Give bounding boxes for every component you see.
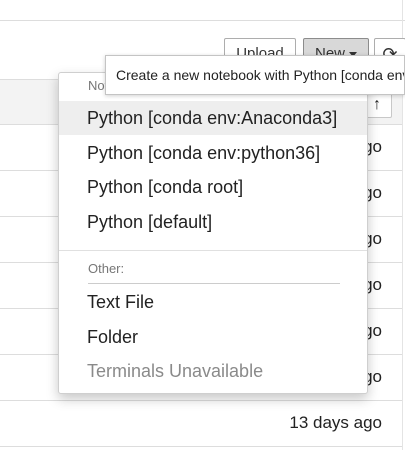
other-section-header: Other: xyxy=(88,261,125,276)
top-divider xyxy=(0,20,405,21)
new-text-file-item[interactable]: Text File xyxy=(59,285,367,319)
terminals-unavailable-item: Terminals Unavailable xyxy=(87,361,264,381)
other-header-underline xyxy=(88,283,340,284)
kernel-item-default[interactable]: Python [default] xyxy=(59,205,367,239)
new-dropdown-menu: Notebook: Python [conda env:Anaconda3] P… xyxy=(58,72,368,394)
kernel-item-anaconda3[interactable]: Python [conda env:Anaconda3] xyxy=(59,101,367,135)
arrow-up-icon: ↑ xyxy=(373,96,381,113)
kernel-item-python36[interactable]: Python [conda env:python36] xyxy=(59,136,367,170)
kernel-item-conda-root[interactable]: Python [conda root] xyxy=(59,170,367,204)
menu-divider xyxy=(59,250,367,251)
new-folder-item[interactable]: Folder xyxy=(59,320,367,354)
row-modified-date: 13 days ago xyxy=(289,413,382,432)
file-row[interactable]: 13 days ago xyxy=(0,401,402,447)
kernel-tooltip: Create a new notebook with Python [conda… xyxy=(105,55,405,95)
